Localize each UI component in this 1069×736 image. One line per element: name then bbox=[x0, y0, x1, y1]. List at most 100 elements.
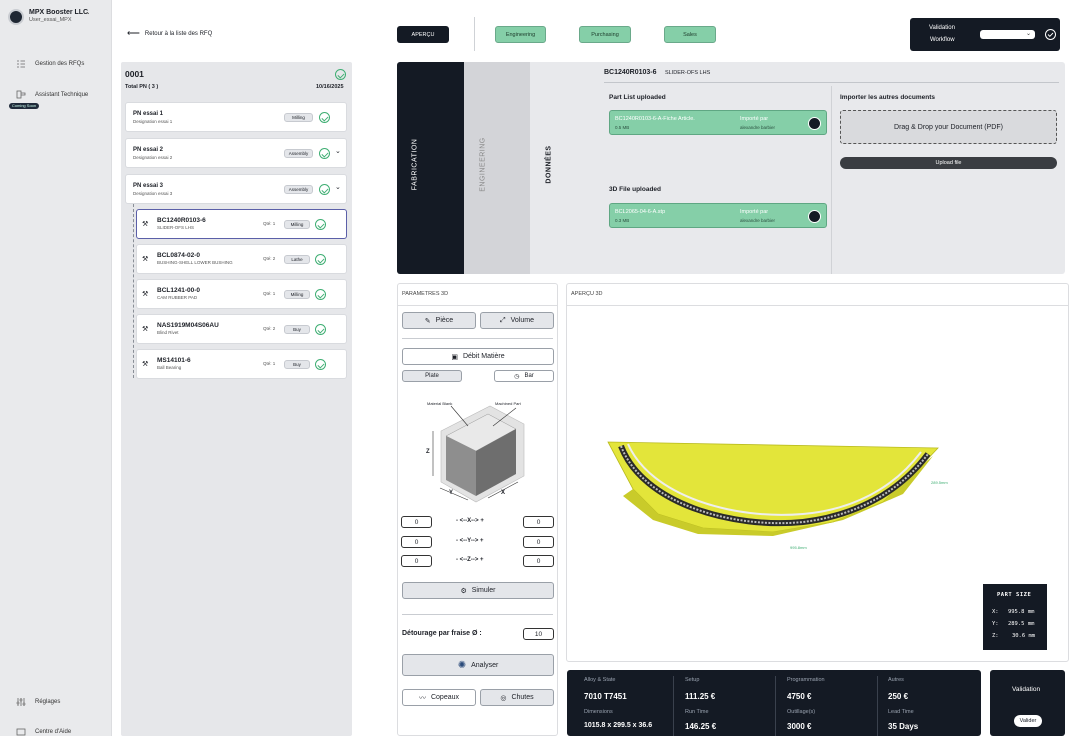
axis-unit: mm bbox=[1027, 621, 1035, 627]
process-badge: Buy bbox=[284, 325, 310, 334]
offset-y-min-input[interactable]: 0 bbox=[401, 536, 432, 548]
file-name: BCL2065-04-6-A.stp bbox=[615, 209, 666, 215]
part-desc: Blind Rivet bbox=[157, 330, 179, 335]
tab-purchasing[interactable]: Purchasing bbox=[579, 26, 631, 43]
debit-matiere-button[interactable]: ▣ Débit Matière bbox=[402, 348, 554, 365]
cost-label: Setup bbox=[685, 677, 700, 683]
axis-x-label: X bbox=[501, 490, 506, 496]
axis-unit: mm bbox=[1027, 609, 1035, 615]
process-badge: Buy bbox=[284, 360, 310, 369]
axis-value: 289.5 bbox=[1007, 621, 1025, 627]
document-dropzone[interactable]: Drag & Drop your Document (PDF) bbox=[840, 110, 1057, 144]
back-to-rfq-list-link[interactable]: ⟵ Retour à la liste des RFQ bbox=[127, 28, 212, 39]
axis-label: Y: bbox=[992, 621, 999, 627]
part-card[interactable]: ⚒ BCL1241-00-0 CAM RUBBER PAD Qté: 1 Mil… bbox=[136, 279, 347, 309]
part-code: NAS1919M04S06AU bbox=[157, 322, 219, 329]
check-icon bbox=[315, 289, 326, 300]
sidebar-item-assistant[interactable]: Assistant Technique bbox=[16, 88, 88, 102]
tab-engineering-side[interactable]: ENGINEERING bbox=[464, 62, 530, 274]
piece-label: Pièce bbox=[435, 317, 454, 324]
pn-card[interactable]: PN essai 3 Designation essai 3 Assembly … bbox=[125, 174, 347, 204]
rfq-panel: 0001 Total PN ( 3 ) 10/16/2025 PN essai … bbox=[121, 62, 352, 736]
volume-button[interactable]: ⤢ Volume bbox=[480, 312, 554, 329]
pn-designation: Designation essai 3 bbox=[133, 191, 173, 196]
check-icon bbox=[319, 112, 330, 123]
importer-name: alexandre barbier bbox=[740, 125, 776, 130]
process-badge: Milling bbox=[284, 220, 310, 229]
process-badge: Assembly bbox=[284, 185, 313, 194]
chutes-button[interactable]: ◎ Chutes bbox=[480, 689, 554, 706]
params-title: PARAMETRES 3D bbox=[402, 291, 449, 297]
milling-icon: ⚒ bbox=[142, 291, 149, 298]
bar-toggle[interactable]: ◷ Bar bbox=[494, 370, 554, 382]
file-name: BC1240R0103-6-A-Fiche Article. bbox=[615, 116, 695, 122]
offset-x-min-input[interactable]: 0 bbox=[401, 516, 432, 528]
plate-toggle[interactable]: Plate bbox=[402, 370, 462, 382]
axis-y-label: Y bbox=[449, 490, 454, 496]
copeaux-icon: 〰 bbox=[418, 694, 426, 702]
simuler-button[interactable]: ⚙ Simuler bbox=[402, 582, 554, 599]
upload-file-button[interactable]: Upload file bbox=[840, 157, 1057, 169]
check-icon bbox=[315, 219, 326, 230]
file3d-title: 3D File uploaded bbox=[609, 186, 662, 193]
axis-z-label: Z bbox=[426, 449, 430, 455]
divider bbox=[877, 676, 878, 736]
part-card[interactable]: ⚒ BCL0874-02-0 BUSHING-SHELL LOWER BUSHI… bbox=[136, 244, 347, 274]
chevron-down-icon: ⌄ bbox=[1025, 31, 1031, 37]
sliders-icon bbox=[16, 697, 26, 707]
file-action-icon[interactable] bbox=[808, 117, 821, 130]
analyser-button[interactable]: ✺ Analyser bbox=[402, 654, 554, 676]
sidebar-item-settings[interactable]: Réglages bbox=[16, 695, 60, 709]
coming-soon-badge: Coming Soon bbox=[9, 103, 39, 109]
rfq-status-check-icon bbox=[335, 69, 346, 80]
sidebar: MPX Booster LLC User_essai_MPX ⌃ Gestion… bbox=[0, 0, 112, 736]
part-card[interactable]: ⚒ NAS1919M04S06AU Blind Rivet Qté: 2 Buy bbox=[136, 314, 347, 344]
part-desc-title: SLIDER-OFS LHS bbox=[665, 70, 711, 76]
part-qty: Qté: 1 bbox=[263, 221, 276, 226]
tab-sales[interactable]: Sales bbox=[664, 26, 716, 43]
tab-engineering[interactable]: Engineering bbox=[495, 26, 546, 43]
part-size-y: Y: 289.5 mm bbox=[992, 621, 1034, 627]
offset-y-max-input[interactable]: 0 bbox=[523, 536, 554, 548]
piece-button[interactable]: ✎ Pièce bbox=[402, 312, 476, 329]
sidebar-item-label: Assistant Technique bbox=[35, 92, 89, 98]
chevron-down-icon[interactable]: ⌄ bbox=[335, 147, 341, 155]
divider bbox=[775, 676, 776, 736]
analyse-icon: ✺ bbox=[457, 659, 467, 671]
pn-card[interactable]: PN essai 1 Designation essai 1 Milling bbox=[125, 102, 347, 132]
sidebar-item-rfqs[interactable]: Gestion des RFQs bbox=[16, 57, 84, 71]
file3d-card[interactable]: BCL2065-04-6-A.stp 0.3 MB Importé par al… bbox=[609, 203, 827, 228]
detourage-input[interactable]: 10 bbox=[523, 628, 554, 640]
offset-z-min-input[interactable]: 0 bbox=[401, 555, 432, 567]
pn-title: PN essai 2 bbox=[133, 147, 164, 153]
offset-x-max-input[interactable]: 0 bbox=[523, 516, 554, 528]
file-action-icon[interactable] bbox=[808, 210, 821, 223]
valider-button[interactable]: Valider bbox=[1014, 715, 1042, 727]
part-desc: CAM RUBBER PAD bbox=[157, 295, 198, 300]
sidebar-item-help[interactable]: Centre d'Aide bbox=[16, 725, 71, 736]
bar-icon: ◷ bbox=[514, 373, 520, 380]
pn-card[interactable]: PN essai 2 Designation essai 2 Assembly … bbox=[125, 138, 347, 168]
workflow-check-icon[interactable] bbox=[1045, 29, 1056, 40]
part-code: MS14101-6 bbox=[157, 357, 191, 364]
part-card[interactable]: ⚒ MS14101-6 Ball Bearing Qté: 1 Buy bbox=[136, 349, 347, 379]
check-icon bbox=[315, 254, 326, 265]
tab-apercu[interactable]: APERÇU bbox=[397, 26, 449, 43]
part-list-file-card[interactable]: BC1240R0103-6-A-Fiche Article. 0.5 MB Im… bbox=[609, 110, 827, 135]
part-qty: Qté: 2 bbox=[263, 256, 276, 261]
offset-z-max-input[interactable]: 0 bbox=[523, 555, 554, 567]
copeaux-button[interactable]: 〰 Copeaux bbox=[402, 689, 476, 706]
workflow-select[interactable]: ⌄ bbox=[980, 30, 1035, 39]
part-code-title: BC1240R0103-6 bbox=[604, 69, 657, 76]
simuler-label: Simuler bbox=[471, 587, 496, 594]
analyser-label: Analyser bbox=[471, 661, 499, 669]
validation-label: Validation bbox=[929, 25, 955, 31]
part-card-selected[interactable]: ⚒ BC1240R0103-6 SLIDER-OFS LHS Qté: 1 Mi… bbox=[136, 209, 347, 239]
tab-donnees[interactable]: DONNÉES bbox=[530, 62, 567, 274]
company-switch-chevron-icon[interactable]: ⌃ bbox=[84, 11, 91, 20]
cost-label: Outillage(s) bbox=[787, 709, 816, 715]
part-3d-render bbox=[607, 441, 939, 536]
tab-fabrication[interactable]: FABRICATION bbox=[397, 62, 464, 274]
chevron-down-icon[interactable]: ⌄ bbox=[335, 183, 341, 191]
divider bbox=[402, 338, 553, 339]
